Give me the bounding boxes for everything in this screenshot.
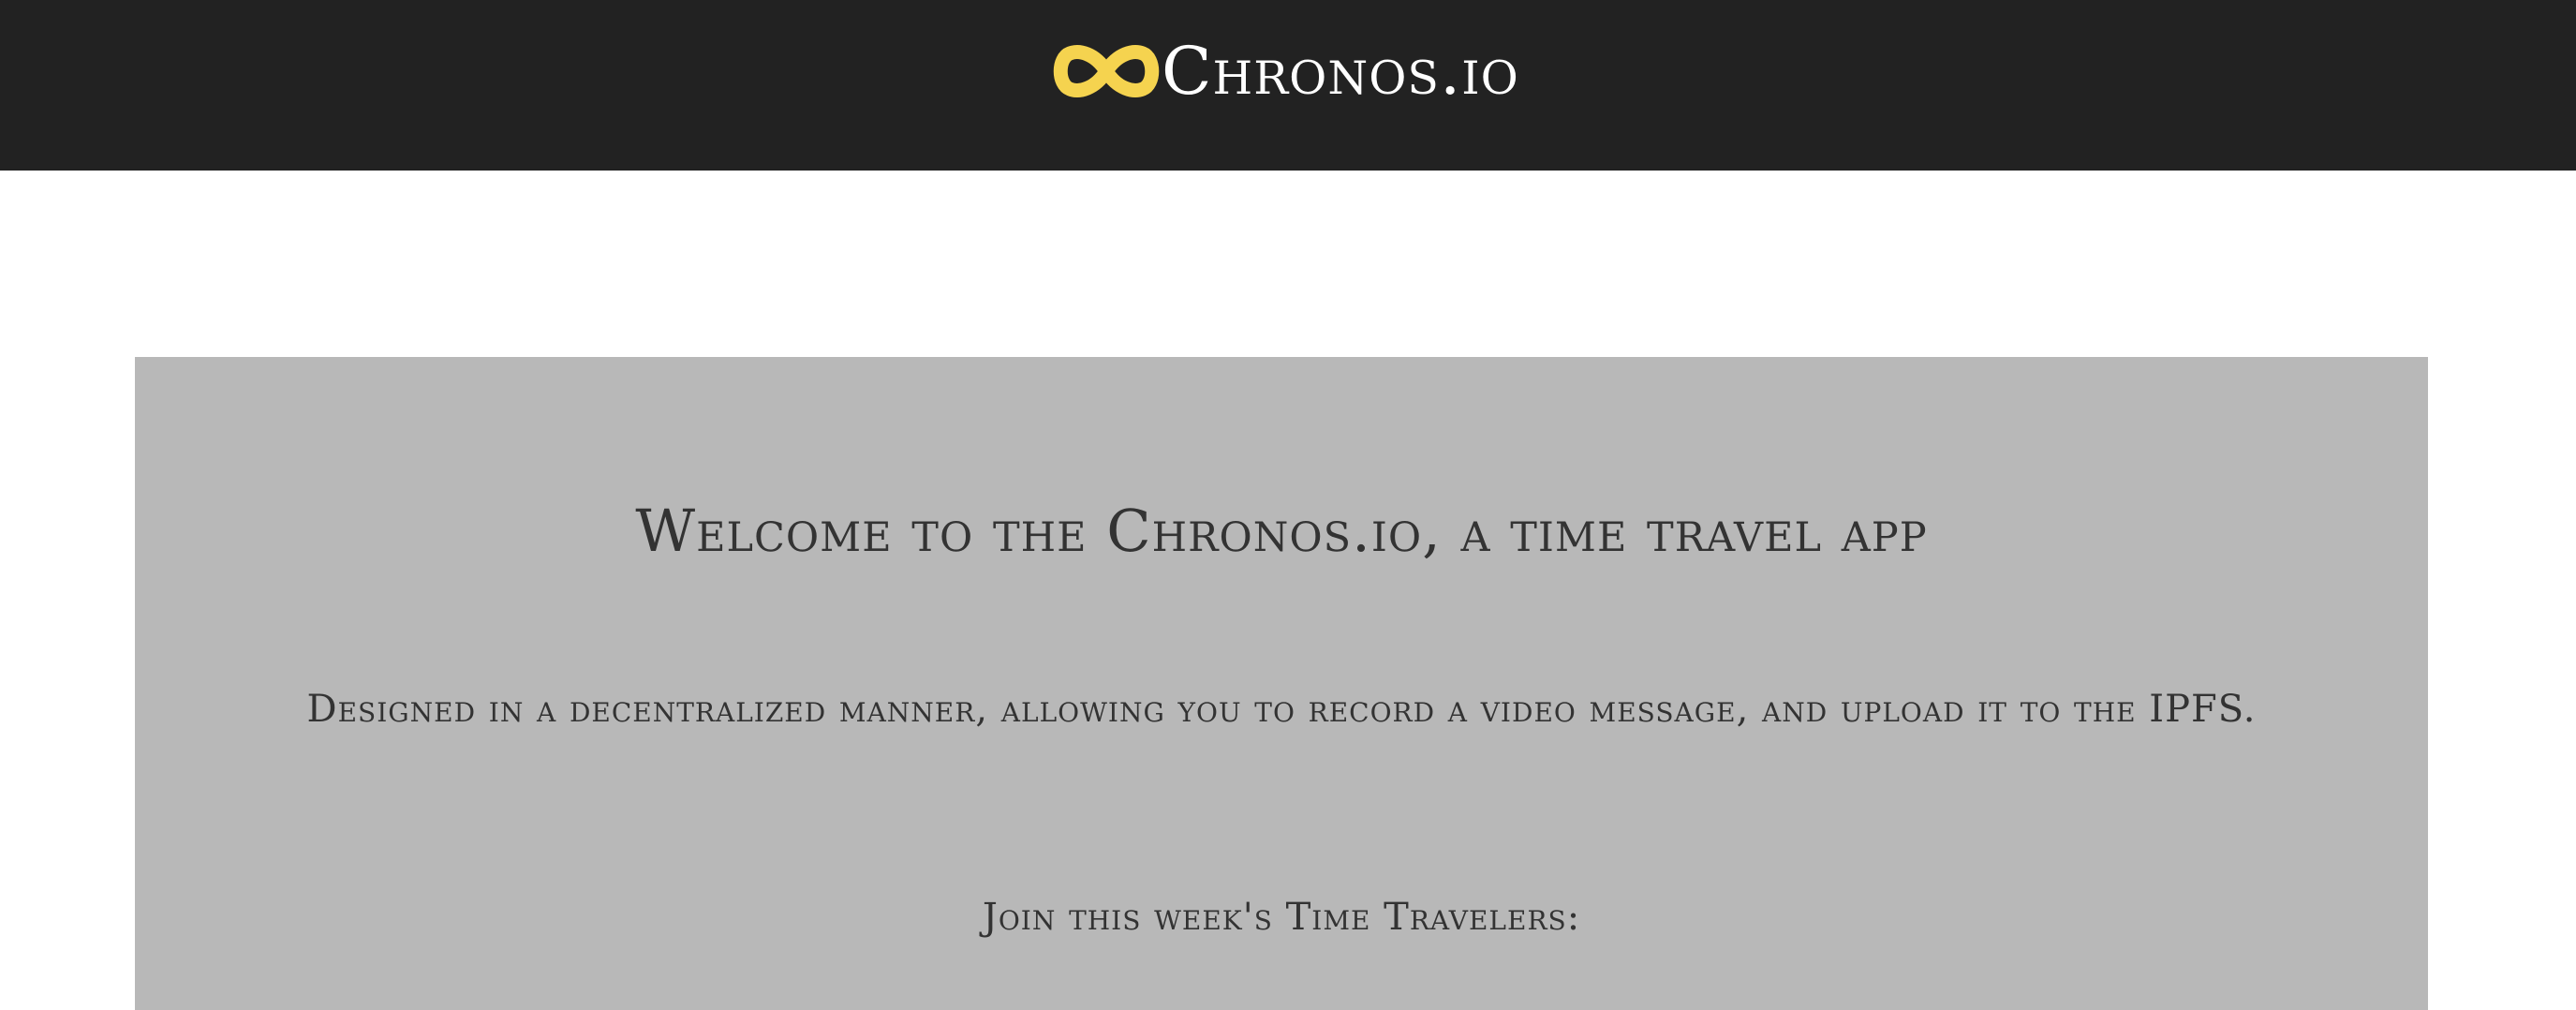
hero-description: Designed in a decentralized manner, allo…: [306, 688, 2257, 731]
brand-name: Chronos.io: [1162, 33, 1519, 110]
hero-jumbotron: Welcome to the Chronos.io, a time travel…: [135, 357, 2428, 1010]
join-travelers-label: Join this week's Time Travelers:: [982, 896, 1581, 939]
hero-title: Welcome to the Chronos.io, a time travel…: [635, 497, 1928, 565]
navbar: Chronos.io: [0, 0, 2576, 171]
brand-link[interactable]: Chronos.io: [1053, 34, 1519, 109]
infinity-icon: [1053, 45, 1160, 97]
